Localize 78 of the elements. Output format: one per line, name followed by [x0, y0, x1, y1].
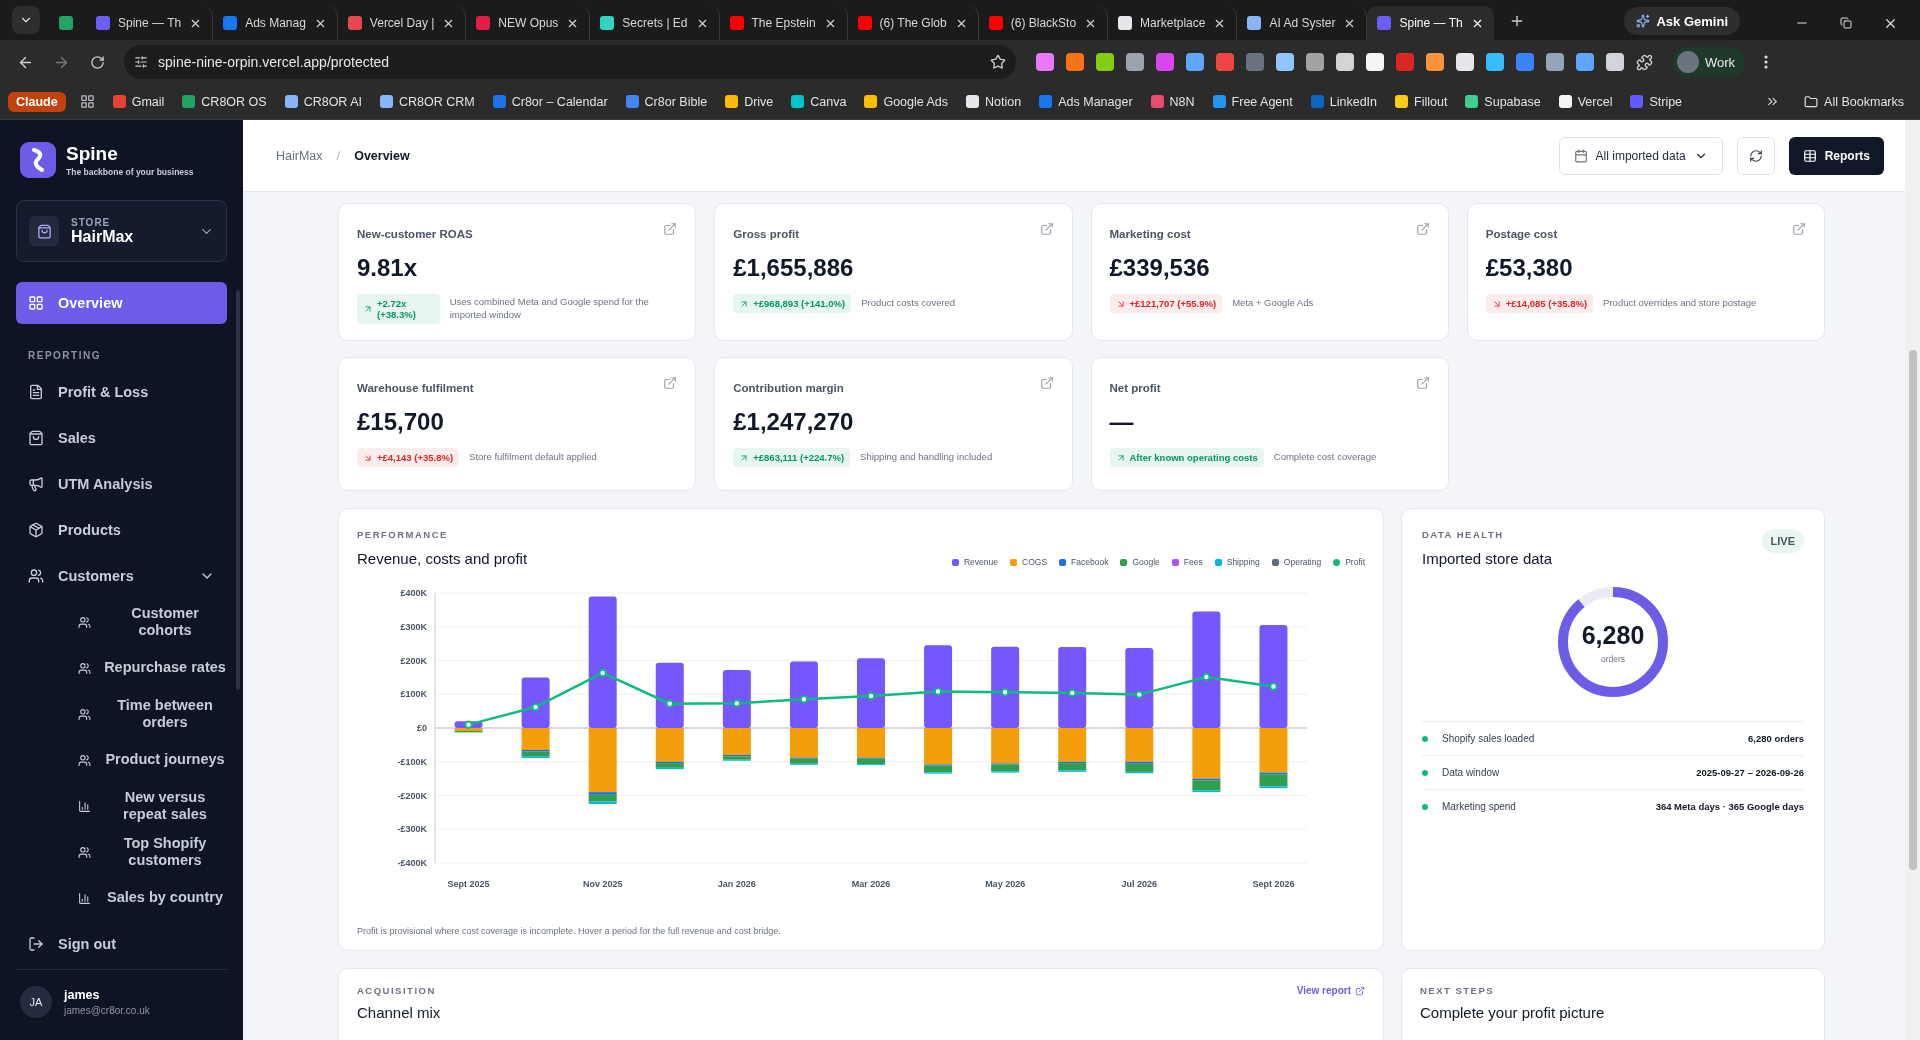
- legend-item: Facebook: [1059, 557, 1109, 567]
- orders-unit: orders: [1600, 653, 1626, 664]
- metric-title: Marketing cost: [1109, 228, 1191, 240]
- axis-label: -£200K: [397, 790, 427, 801]
- axis-label: -£100K: [397, 756, 427, 767]
- health-label: Shopify sales loaded: [1442, 733, 1536, 744]
- chart-footnote: Profit is provisional where cost coverage is incomplete. Hover a period for the full revenue and cost bridge.: [357, 926, 782, 936]
- axis-label: £100K: [400, 689, 427, 700]
- legend-item: Shipping: [1214, 557, 1260, 567]
- axis-label: Sept 2026: [1252, 879, 1295, 889]
- user-name: james: [64, 988, 101, 1002]
- metric-value: £1,247,270: [733, 408, 855, 436]
- legend-item: Operating: [1271, 557, 1322, 567]
- delta-badge: +£121,707 (+55.9%): [1109, 294, 1223, 313]
- axis-label: Sept 2025: [447, 879, 490, 889]
- metric-title: Postage cost: [1485, 228, 1558, 240]
- metric-value: £53,380: [1485, 254, 1574, 282]
- metric-note: Shipping and handling included: [860, 451, 994, 464]
- metric-value: £1,655,886: [733, 254, 855, 282]
- delta-badge: +2.72x (+38.3%): [357, 294, 440, 324]
- legend-item: Google: [1120, 557, 1160, 567]
- metric-title: Warehouse fulfilment: [357, 382, 474, 394]
- health-value: 6,280 orders: [1748, 733, 1804, 744]
- card-eyebrow: DATA HEALTH: [1422, 529, 1505, 540]
- orders-count: 6,280: [1581, 620, 1645, 650]
- card-title: Revenue, costs and profit: [357, 550, 528, 567]
- metric-value: —: [1109, 408, 1135, 436]
- metric-value: £15,700: [357, 408, 445, 436]
- delta-badge: +£968,893 (+141.0%): [733, 294, 852, 313]
- axis-label: Jan 2026: [717, 879, 756, 889]
- card-title: Channel mix: [357, 1004, 442, 1021]
- metric-title: Net profit: [1109, 382, 1161, 394]
- axis-label: Mar 2026: [851, 879, 891, 889]
- metric-value: £339,536: [1109, 254, 1211, 282]
- delta-badge: +£14,085 (+35.8%): [1485, 294, 1594, 313]
- axis-label: £300K: [400, 621, 427, 632]
- card-title: Imported store data: [1422, 550, 1553, 567]
- brand-name: Spine: [66, 143, 119, 165]
- legend-item: Revenue: [952, 557, 998, 567]
- card-title: Complete your profit picture: [1420, 1004, 1606, 1021]
- section-label: REPORTING: [27, 349, 102, 363]
- breadcrumb-separator: /: [336, 148, 341, 163]
- delta-badge: After known operating costs: [1109, 448, 1264, 467]
- user-email: james@cr8or.co.uk: [64, 1005, 150, 1016]
- health-value: 2025-09-27 – 2026-09-26: [1696, 767, 1804, 778]
- card-eyebrow: ACQUISITION: [357, 985, 436, 996]
- metric-title: Gross profit: [733, 228, 800, 240]
- metric-title: Contribution margin: [733, 382, 844, 394]
- axis-label: £0: [417, 723, 427, 733]
- metric-note: Product costs covered: [861, 297, 957, 310]
- legend-item: Profit: [1333, 557, 1365, 567]
- metric-value: 9.81x: [357, 254, 419, 282]
- metric-note: Meta + Google Ads: [1232, 297, 1315, 310]
- axis-label: Jul 2026: [1121, 879, 1158, 889]
- user-avatar: JA: [20, 986, 52, 1018]
- axis-label: -£400K: [397, 858, 427, 868]
- metric-note: Complete cost coverage: [1273, 451, 1378, 464]
- brand-tagline: The backbone of your business: [66, 167, 194, 177]
- axis-label: £400K: [400, 588, 427, 598]
- breadcrumb-item: Overview: [354, 148, 410, 163]
- legend-item: COGS: [1010, 557, 1048, 567]
- metric-note: Product overrides and store postage: [1603, 297, 1758, 310]
- health-value: 364 Meta days · 365 Google days: [1655, 801, 1804, 812]
- axis-label: Nov 2025: [582, 879, 623, 889]
- health-label: Marketing spend: [1442, 801, 1517, 812]
- delta-badge: +£4,143 (+35.8%): [357, 448, 460, 467]
- metric-note: Uses combined Meta and Google spend for the imported window: [449, 296, 650, 322]
- delta-badge: +£863,111 (+224.7%): [733, 448, 851, 467]
- card-eyebrow: PERFORMANCE: [357, 529, 449, 540]
- metric-note: Store fulfilment default applied: [469, 451, 598, 464]
- axis-label: £200K: [400, 655, 427, 666]
- live-badge: LIVE: [1761, 529, 1804, 553]
- axis-label: -£300K: [397, 824, 427, 835]
- legend-item: Fees: [1171, 557, 1203, 567]
- axis-label: May 2026: [985, 879, 1026, 889]
- metric-title: New-customer ROAS: [357, 228, 473, 240]
- health-label: Data window: [1442, 767, 1501, 778]
- card-eyebrow: NEXT STEPS: [1420, 985, 1495, 996]
